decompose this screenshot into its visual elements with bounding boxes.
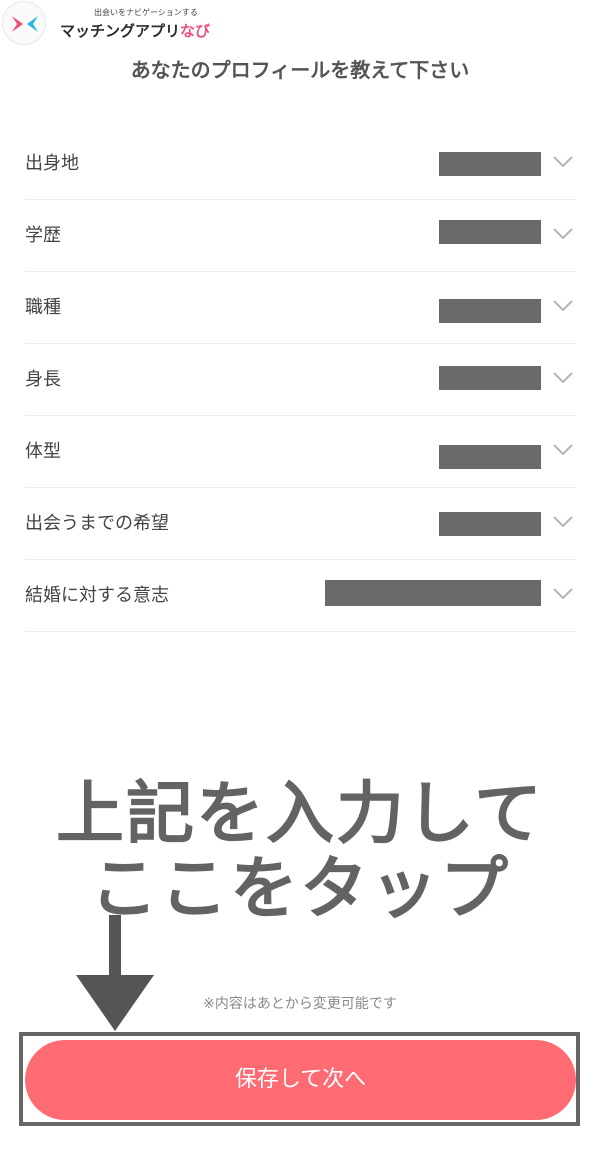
logo-tagline: 出会いをナビゲーションする bbox=[94, 8, 198, 17]
form-row-occupation[interactable]: 職種 bbox=[25, 272, 576, 344]
form-row-hometown[interactable]: 出身地 bbox=[25, 128, 576, 200]
page-title: あなたのプロフィールを教えて下さい bbox=[130, 58, 470, 82]
row-label: 出会うまでの希望 bbox=[25, 513, 169, 534]
redacted-value bbox=[439, 512, 541, 536]
arrow-down-icon bbox=[76, 915, 154, 1031]
chevron-down-icon bbox=[553, 516, 573, 528]
redacted-value bbox=[439, 366, 541, 390]
row-label: 体型 bbox=[25, 441, 61, 462]
app-name-accent: なび bbox=[180, 22, 211, 40]
edit-later-note: ※内容はあとから変更可能です bbox=[203, 996, 397, 1012]
form-row-height[interactable]: 身長 bbox=[25, 344, 576, 416]
row-label: 身長 bbox=[25, 369, 61, 390]
row-label: 出身地 bbox=[25, 153, 79, 174]
redacted-value bbox=[439, 445, 541, 469]
row-label: 職種 bbox=[25, 297, 61, 318]
profile-form: 出身地 学歴 職種 身長 体型 出会うまでの希望 結婚に対する意志 bbox=[25, 128, 576, 632]
form-row-marriage-intention[interactable]: 結婚に対する意志 bbox=[25, 560, 576, 632]
redacted-value bbox=[439, 299, 541, 323]
redacted-value bbox=[439, 220, 541, 244]
form-row-body-type[interactable]: 体型 bbox=[25, 416, 576, 488]
logo bbox=[2, 1, 46, 45]
chevron-down-icon bbox=[553, 444, 573, 456]
form-row-education[interactable]: 学歴 bbox=[25, 200, 576, 272]
app-name-main: マッチングアプリ bbox=[60, 22, 181, 40]
chevron-down-icon bbox=[553, 300, 573, 312]
chevron-down-icon bbox=[553, 588, 573, 600]
row-label: 学歴 bbox=[25, 225, 61, 246]
row-label: 結婚に対する意志 bbox=[25, 585, 169, 606]
app-name: マッチングアプリなび bbox=[60, 20, 210, 41]
chevron-down-icon bbox=[553, 156, 573, 168]
redacted-value bbox=[325, 580, 541, 606]
matching-navi-logo-icon bbox=[12, 16, 38, 32]
chevron-down-icon bbox=[553, 372, 573, 384]
save-and-next-button[interactable]: 保存して次へ bbox=[25, 1040, 576, 1120]
redacted-value bbox=[439, 152, 541, 176]
form-row-meeting-preference[interactable]: 出会うまでの希望 bbox=[25, 488, 576, 560]
chevron-down-icon bbox=[553, 228, 573, 240]
